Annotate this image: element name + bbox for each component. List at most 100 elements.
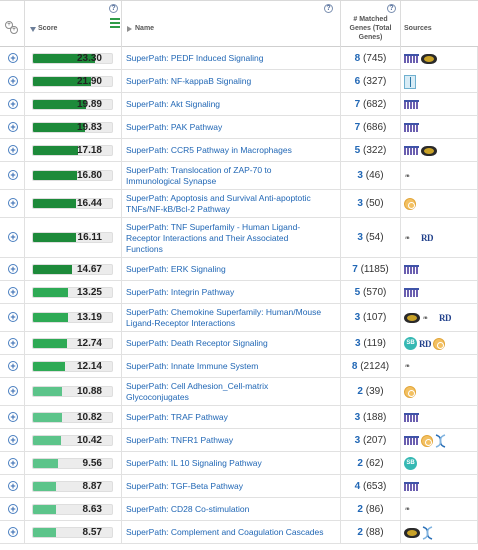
circle-icon[interactable] [433,337,445,350]
pathway-name-link[interactable]: SuperPath: Chemokine Superfamily: Human/… [126,307,336,329]
expand-row-icon[interactable]: + [8,121,18,132]
rd-icon[interactable]: RD [419,339,432,349]
matched-count-link[interactable]: 5 [355,287,361,298]
matched-count-link[interactable]: 3 [357,198,363,209]
expand-row-icon[interactable]: + [8,263,18,274]
pathway-name-link[interactable]: SuperPath: Death Receptor Signaling [126,338,336,349]
db-icon[interactable] [404,100,419,109]
kegg-icon[interactable] [404,527,420,538]
circle-icon[interactable] [421,434,433,447]
db-icon[interactable] [404,123,419,132]
circle-icon[interactable] [404,198,416,210]
pathway-name-link[interactable]: SuperPath: Apoptosis and Survival Anti-a… [126,193,336,215]
expand-row-icon[interactable]: + [8,411,18,422]
matched-count-link[interactable]: 7 [352,264,358,275]
expand-row-icon[interactable]: + [8,52,18,63]
expand-row-icon[interactable]: + [8,457,18,468]
pathway-name-link[interactable]: SuperPath: ERK Signaling [126,264,336,275]
reactome-icon[interactable]: ❧ [404,505,419,514]
sb-icon[interactable]: SB [404,457,417,470]
header-name[interactable]: ? Name [122,1,341,47]
pathway-name-link[interactable]: SuperPath: Translocation of ZAP-70 to Imm… [126,165,336,187]
helix-icon[interactable] [435,433,446,448]
matched-count-link[interactable]: 2 [357,504,363,515]
reactome-icon[interactable]: ❧ [404,172,419,181]
pathway-name-link[interactable]: SuperPath: TGF-Beta Pathway [126,481,336,492]
matched-count-link[interactable]: 3 [357,232,363,243]
matched-count-link[interactable]: 8 [352,361,358,372]
pathway-name-link[interactable]: SuperPath: NF-kappaB Signaling [126,76,336,87]
pathway-name-link[interactable]: SuperPath: IL 10 Signaling Pathway [126,458,336,469]
db-icon[interactable] [404,54,419,63]
pathway-name-link[interactable]: SuperPath: Complement and Coagulation Ca… [126,527,336,538]
pathway-name-link[interactable]: SuperPath: Akt Signaling [126,99,336,110]
pathway-name-link[interactable]: SuperPath: TRAF Pathway [126,412,336,423]
pathway-name-link[interactable]: SuperPath: Innate Immune System [126,361,336,372]
expand-row-icon[interactable]: + [8,98,18,109]
rd-icon[interactable]: RD [439,313,452,323]
expand-row-icon[interactable]: + [8,170,18,180]
reactome-icon[interactable]: ❧ [404,362,419,371]
pathway-name-link[interactable]: SuperPath: PAK Pathway [126,122,336,133]
rd-icon[interactable]: RD [421,233,434,243]
db-icon[interactable] [404,146,419,155]
sort-desc-icon[interactable] [30,27,36,32]
bio-icon[interactable] [404,74,416,89]
db-icon[interactable] [404,265,419,274]
db-icon[interactable] [404,413,419,422]
pathway-name-link[interactable]: SuperPath: Integrin Pathway [126,287,336,298]
reactome-icon[interactable]: ❧ [422,314,437,323]
expand-row-icon[interactable]: + [8,360,18,371]
name-sort-icon[interactable] [127,26,132,32]
matched-count-link[interactable]: 5 [355,145,361,156]
expand-row-icon[interactable]: + [8,434,18,445]
matched-count-link[interactable]: 2 [357,527,363,538]
matched-count-link[interactable]: 3 [355,312,361,323]
pathway-name-link[interactable]: SuperPath: TNF Superfamily - Human Ligan… [126,222,336,255]
score-help-icon[interactable]: ? [109,4,118,13]
matched-count-link[interactable]: 2 [357,386,363,397]
expand-row-icon[interactable]: + [8,526,18,537]
matched-count-link[interactable]: 8 [355,53,361,64]
matched-help-icon[interactable]: ? [387,4,396,13]
expand-row-icon[interactable]: + [8,198,18,208]
db-icon[interactable] [404,482,419,491]
expand-row-icon[interactable]: + [8,480,18,491]
pathway-name-link[interactable]: SuperPath: Cell Adhesion_Cell-matrix Glyc… [126,381,336,403]
matched-count-link[interactable]: 6 [355,76,361,87]
matched-count-link[interactable]: 3 [355,435,361,446]
pathway-name-link[interactable]: SuperPath: CCR5 Pathway in Macrophages [126,145,336,156]
expand-row-icon[interactable]: + [8,75,18,86]
expand-row-icon[interactable]: + [8,337,18,348]
header-matched[interactable]: ? # Matched Genes (Total Genes) [341,1,401,47]
matched-count-link[interactable]: 3 [355,338,361,349]
pathway-name-link[interactable]: SuperPath: TNFR1 Pathway [126,435,336,446]
matched-count-link[interactable]: 3 [355,412,361,423]
helix-icon[interactable] [422,525,433,540]
kegg-icon[interactable] [421,53,437,64]
expand-row-icon[interactable]: + [8,503,18,514]
matched-count-link[interactable]: 7 [355,99,361,110]
sb-icon[interactable]: SB [404,337,417,350]
matched-count-link[interactable]: 7 [355,122,361,133]
pathway-name-link[interactable]: SuperPath: PEDF Induced Signaling [126,53,336,64]
expand-row-icon[interactable]: + [8,286,18,297]
expand-row-icon[interactable]: + [8,386,18,396]
kegg-icon[interactable] [404,313,420,323]
kegg-icon[interactable] [421,145,437,156]
expand-row-icon[interactable]: + [8,232,18,242]
reactome-icon[interactable]: ❧ [404,234,419,243]
matched-count-link[interactable]: 2 [357,458,363,469]
circle-icon[interactable] [404,386,416,398]
name-help-icon[interactable]: ? [324,4,333,13]
matched-count-link[interactable]: 3 [357,170,363,181]
expand-all-icon[interactable]: + + [5,21,19,35]
header-score[interactable]: ? Score [25,1,122,47]
score-bars-icon[interactable] [110,18,120,30]
expand-row-icon[interactable]: + [8,144,18,155]
db-icon[interactable] [404,288,419,297]
matched-count-link[interactable]: 4 [355,481,361,492]
pathway-name-link[interactable]: SuperPath: CD28 Co-stimulation [126,504,336,515]
expand-row-icon[interactable]: + [8,312,18,322]
db-icon[interactable] [404,436,419,445]
